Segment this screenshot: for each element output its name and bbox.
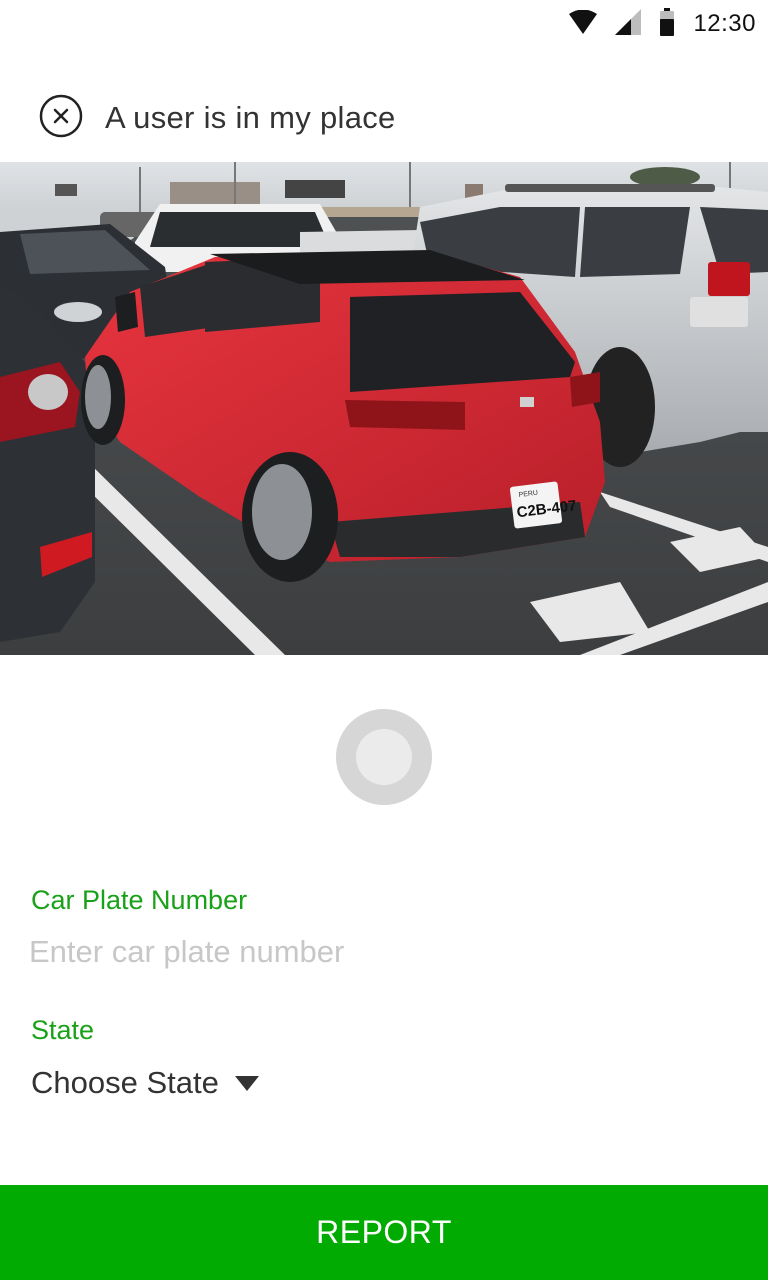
page-title: A user is in my place: [105, 100, 396, 135]
plate-label: Car Plate Number: [31, 885, 248, 915]
plate-input[interactable]: [29, 928, 729, 976]
close-circle-icon: [39, 94, 83, 143]
state-selected-value: Choose State: [31, 1065, 219, 1100]
close-button[interactable]: [39, 94, 83, 143]
loading-spinner-inner: [356, 729, 412, 785]
app-header: A user is in my place: [0, 78, 768, 158]
wifi-icon: [569, 9, 598, 39]
battery-icon: [659, 7, 675, 41]
report-button[interactable]: REPORT: [0, 1185, 768, 1280]
caret-down-icon: [234, 1075, 259, 1091]
state-label: State: [31, 1015, 95, 1045]
status-bar: 12:30: [0, 0, 768, 48]
screen: 12:30 A user is in my place C2B-407 PERU…: [0, 0, 768, 1280]
car-photo: C2B-407 PERU: [0, 162, 768, 655]
state-dropdown[interactable]: Choose State: [31, 1060, 259, 1106]
loading-spinner: [336, 709, 432, 805]
cell-signal-icon: [615, 8, 642, 40]
status-time: 12:30: [693, 10, 756, 37]
